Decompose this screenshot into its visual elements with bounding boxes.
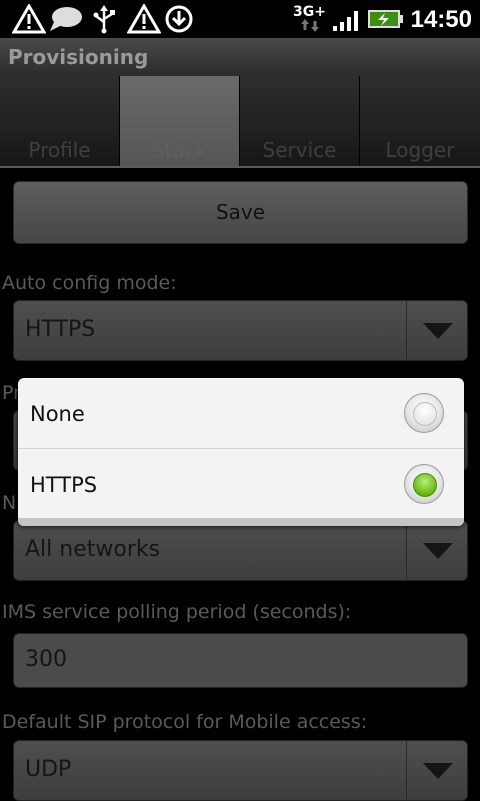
network-type-icon: 3G+ [293,4,326,32]
polling-period-input[interactable]: 300 [13,633,468,688]
chevron-down-icon [423,543,453,559]
radio-selected-icon [413,473,437,497]
option-none[interactable]: None [18,378,464,448]
signal-icon [333,11,358,31]
chat-bubble-icon [50,7,82,31]
tab-logger[interactable]: Logger [360,76,480,168]
radio-button-unchecked[interactable] [404,393,444,433]
tab-bar: Profile Stack Service Logger [0,76,480,168]
clock: 14:50 [410,6,472,33]
tab-label: Profile [28,138,91,162]
tab-label: Stack [151,138,208,162]
page-title: Provisioning [8,45,149,69]
battery-charging-icon [368,10,403,28]
option-label: None [30,402,85,426]
title-bar: Provisioning [0,38,480,76]
network-spinner[interactable]: All networks [13,520,468,581]
radio-icon [413,402,437,426]
chevron-down-icon [423,323,453,339]
dialog-footer [18,518,464,526]
dropdown-button[interactable] [406,521,467,580]
radio-button-checked[interactable] [404,464,444,504]
auto-config-options-dialog: None HTTPS [18,378,464,526]
download-icon [165,5,193,33]
tab-label: Service [262,138,337,162]
auto-config-spinner[interactable]: HTTPS [13,300,468,361]
option-label: HTTPS [30,473,98,497]
dropdown-button[interactable] [406,301,467,360]
warning-icon [127,4,161,34]
tab-profile[interactable]: Profile [0,76,120,168]
tab-service[interactable]: Service [240,76,360,168]
chevron-down-icon [423,763,453,779]
tab-stack[interactable]: Stack [120,76,240,168]
spinner-value: HTTPS [25,317,96,342]
svg-text:3G+: 3G+ [293,4,326,20]
tab-label: Logger [385,138,455,162]
spinner-value: All networks [25,537,161,562]
save-button[interactable]: Save [13,181,468,244]
dropdown-button[interactable] [406,741,467,800]
auto-config-label: Auto config mode: [2,272,177,294]
polling-period-label: IMS service polling period (seconds): [2,601,352,623]
network-label: N [2,492,17,514]
status-bar: 3G+ 14:50 [0,0,480,38]
sip-protocol-label: Default SIP protocol for Mobile access: [2,711,368,733]
warning-icon [12,4,46,34]
usb-icon [93,5,115,34]
input-value: 300 [25,647,67,672]
option-https[interactable]: HTTPS [18,449,464,519]
spinner-value: UDP [25,757,72,782]
sip-protocol-spinner[interactable]: UDP [13,740,468,801]
